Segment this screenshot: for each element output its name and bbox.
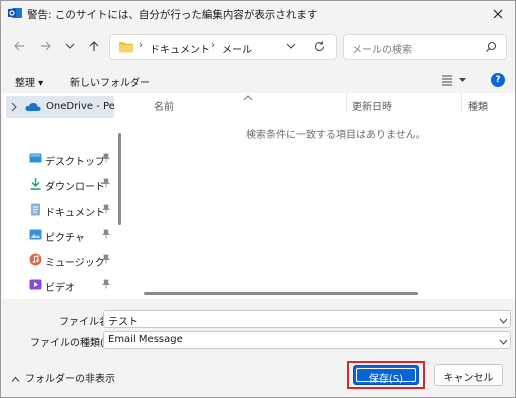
column-divider[interactable]	[461, 93, 462, 113]
column-header-type[interactable]: 種類	[468, 98, 488, 113]
pin-icon	[102, 153, 110, 166]
chevron-down-icon	[286, 43, 296, 49]
new-folder-button[interactable]: 新しいフォルダー	[70, 74, 150, 89]
save-button-label: 保存(S)	[368, 374, 404, 385]
help-button[interactable]: ?	[491, 73, 505, 87]
up-button[interactable]	[84, 36, 104, 56]
save-button[interactable]: 保存(S)	[353, 365, 419, 385]
search-placeholder: メールの検索	[352, 45, 412, 56]
chevron-right-icon[interactable]	[10, 102, 18, 115]
documents-icon	[29, 203, 42, 216]
sidebar-item-label: ダウンロード	[45, 182, 105, 193]
pictures-icon	[29, 228, 42, 241]
column-header-name[interactable]: 名前	[154, 98, 174, 113]
close-icon	[493, 9, 503, 19]
pin-icon	[102, 178, 110, 191]
sidebar-item-documents[interactable]: ドキュメント	[2, 199, 114, 221]
sidebar-item-label: OneDrive - Personal	[46, 101, 114, 112]
chevron-down-icon[interactable]	[499, 337, 508, 348]
save-dialog: 警告: このサイトには、自分が行った編集内容が表示されます › ドキュメント ›…	[0, 0, 516, 398]
breadcrumb-mail[interactable]: メール	[222, 41, 252, 56]
file-list: 名前 更新日時 種類 検索条件に一致する項目はありません。	[126, 93, 515, 299]
cancel-button[interactable]: キャンセル	[434, 364, 503, 386]
onedrive-icon	[25, 102, 41, 115]
hide-folders-label: フォルダーの非表示	[25, 374, 115, 385]
refresh-icon	[314, 41, 325, 52]
content-area: OneDrive - Personal デスクトップ	[2, 93, 515, 299]
chevron-down-icon[interactable]	[499, 316, 508, 327]
pin-icon	[102, 254, 110, 267]
window-title: 警告: このサイトには、自分が行った編集内容が表示されます	[27, 9, 318, 21]
forward-button[interactable]	[36, 36, 56, 56]
arrow-up-icon	[89, 41, 99, 51]
address-bar[interactable]: › ドキュメント › メール	[109, 34, 337, 60]
music-icon	[29, 253, 42, 266]
search-input[interactable]: メールの検索	[343, 34, 507, 60]
search-icon[interactable]	[485, 41, 497, 56]
cancel-button-label: キャンセル	[443, 373, 494, 384]
chevron-down-icon	[65, 43, 75, 49]
back-button[interactable]	[9, 36, 29, 56]
recent-locations-button[interactable]	[60, 36, 80, 56]
navigation-bar: › ドキュメント › メール メールの検索	[1, 30, 515, 64]
sidebar-item-pictures[interactable]: ピクチャ	[2, 224, 114, 246]
column-header-modified[interactable]: 更新日時	[352, 98, 392, 113]
navigation-pane: OneDrive - Personal デスクトップ	[2, 93, 126, 299]
breadcrumb-documents[interactable]: ドキュメント	[150, 41, 210, 56]
arrow-right-icon	[41, 41, 51, 51]
sidebar-item-onedrive[interactable]: OneDrive - Personal	[6, 96, 114, 118]
close-button[interactable]	[481, 1, 515, 27]
empty-message: 検索条件に一致する項目はありません。	[246, 130, 426, 141]
view-options-button[interactable]	[440, 73, 470, 90]
filename-value: テスト	[108, 317, 138, 328]
sort-ascending-icon	[243, 93, 253, 104]
pin-icon	[102, 229, 110, 242]
filetype-value: Email Message	[108, 334, 183, 345]
sidebar-item-label: ビデオ	[45, 283, 75, 294]
download-icon	[29, 177, 42, 190]
sidebar-item-desktop[interactable]: デスクトップ	[2, 148, 114, 170]
sidebar-item-label: ミュージック	[45, 258, 105, 269]
pin-icon	[102, 279, 110, 292]
horizontal-scrollbar[interactable]	[144, 292, 418, 295]
sidebar-item-label: デスクトップ	[45, 157, 105, 168]
desktop-icon	[29, 152, 42, 165]
sidebar-item-label: ドキュメント	[45, 208, 105, 219]
title-bar: 警告: このサイトには、自分が行った編集内容が表示されます	[1, 1, 515, 27]
breadcrumb-separator: ›	[139, 40, 143, 51]
sidebar-scrollbar[interactable]	[118, 133, 121, 225]
sidebar-item-music[interactable]: ミュージック	[2, 249, 114, 271]
command-bar: 整理 ▾ 新しいフォルダー ?	[1, 69, 515, 93]
column-divider[interactable]	[346, 93, 347, 113]
sidebar-item-videos[interactable]: ビデオ	[2, 274, 114, 296]
refresh-button[interactable]	[313, 40, 326, 56]
breadcrumb-separator: ›	[211, 40, 215, 51]
sidebar-item-label: ピクチャ	[45, 233, 85, 244]
organize-menu[interactable]: 整理 ▾	[15, 74, 43, 89]
hide-folders-toggle[interactable]: フォルダーの非表示	[11, 370, 115, 385]
pin-icon	[102, 204, 110, 217]
folder-icon	[119, 41, 133, 56]
outlook-app-icon	[8, 7, 22, 19]
filetype-select[interactable]: Email Message	[103, 331, 511, 349]
chevron-up-icon	[11, 376, 20, 382]
address-history-button[interactable]	[286, 42, 296, 53]
filename-field[interactable]: テスト	[103, 310, 511, 328]
arrow-left-icon	[14, 41, 24, 51]
videos-icon	[29, 278, 42, 291]
sidebar-item-downloads[interactable]: ダウンロード	[2, 173, 114, 195]
view-list-icon	[442, 75, 466, 86]
